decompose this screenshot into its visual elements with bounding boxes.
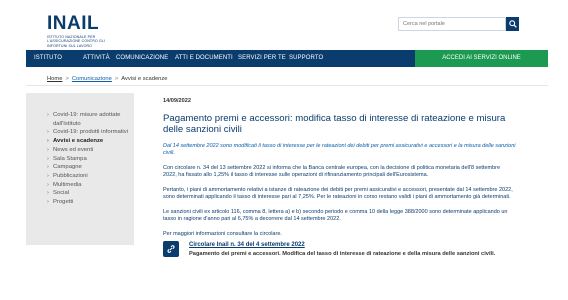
logo-word: INAIL — [47, 13, 100, 34]
sidebar-item-label: Social — [53, 190, 70, 197]
breadcrumb-home[interactable]: Home — [47, 76, 62, 82]
main-nav: ISTITUTO ATTIVITÀ COMUNICAZIONE ATTI E D… — [26, 50, 548, 67]
sidebar-item-label: dall'Istituto — [53, 120, 81, 127]
sidebar-item-news[interactable]: › News ed eventi — [26, 146, 134, 155]
breadcrumb-divider — [26, 85, 548, 86]
sidebar-item-covid-misure-cont[interactable]: dall'Istituto — [26, 120, 134, 129]
sidebar-item-pubblicazioni[interactable]: › Pubblicazioni — [26, 172, 134, 181]
online-services-button[interactable]: ACCEDI AI SERVIZI ONLINE — [415, 50, 548, 67]
sidebar-item-avvisi[interactable]: › Avvisi e scadenze — [26, 137, 134, 146]
sidebar-item-progetti[interactable]: › Progetti — [26, 198, 134, 207]
sidebar-item-label: Sala Stampa — [53, 155, 87, 162]
breadcrumb-separator: > — [65, 76, 69, 82]
breadcrumb: Home > Comunicazione > Avvisi e scadenze — [47, 76, 168, 82]
article-paragraph: Le sanzioni civili ex articolo 116, comm… — [163, 209, 508, 222]
inail-logo[interactable]: INAIL ISTITUTO NAZIONALE PER L'ASSICURAZ… — [47, 14, 117, 48]
article-date: 14/09/2022 — [163, 98, 191, 104]
nav-item-comunicazione[interactable]: COMUNICAZIONE — [116, 50, 168, 67]
sidebar-item-label: Campagne — [53, 164, 82, 171]
search-icon — [508, 20, 517, 28]
article: 14/09/2022 Pagamento premi e accessori: … — [163, 98, 523, 238]
sidebar-item-label: Pubblicazioni — [53, 172, 88, 179]
sidebar-item-label: Avvisi e scadenze — [53, 138, 104, 145]
link-icon — [163, 241, 179, 257]
circolare-link[interactable]: Circolare Inail n. 34 del 4 settembre 20… — [189, 242, 305, 248]
article-paragraph: Pertanto, i piani di ammortamento relati… — [163, 187, 513, 200]
breadcrumb-separator: > — [114, 76, 119, 82]
breadcrumb-comunicazione[interactable]: Comunicazione — [72, 76, 112, 82]
article-paragraph: Per maggiori informazioni consultare la … — [163, 231, 282, 237]
sidebar: › Covid-19: misure adottate dall'Istitut… — [26, 93, 134, 245]
nav-item-servizi[interactable]: SERVIZI PER TE — [238, 50, 286, 67]
nav-item-istituto[interactable]: ISTITUTO — [34, 50, 62, 67]
sidebar-item-label: Covid-19: prodotti informativi — [53, 129, 128, 136]
logo-subtitle: ISTITUTO NAZIONALE PER L'ASSICURAZIONE C… — [47, 35, 105, 48]
nav-item-atti-documenti[interactable]: ATTI E DOCUMENTI — [175, 50, 233, 67]
nav-item-supporto[interactable]: SUPPORTO — [289, 50, 323, 67]
sidebar-item-label: Progetti — [53, 199, 74, 206]
search-bar — [398, 17, 519, 31]
article-title: Pagamento premi e accessori: modifica ta… — [163, 113, 506, 135]
article-lead: Dal 14 settembre 2022 sono modificati il… — [163, 143, 516, 156]
sidebar-item-label: Covid-19: misure adottate — [53, 112, 121, 118]
circolare-description: Pagamento dei premi e accessori. Modific… — [189, 251, 496, 257]
nav-item-attivita[interactable]: ATTIVITÀ — [83, 50, 110, 67]
sidebar-item-label: Multimedia — [53, 181, 82, 188]
sidebar-item-covid-misure[interactable]: › Covid-19: misure adottate — [26, 111, 134, 120]
sidebar-item-covid-prodotti[interactable]: › Covid-19: prodotti informativi — [26, 128, 134, 137]
search-button[interactable] — [506, 17, 519, 31]
sidebar-item-campagne[interactable]: › Campagne — [26, 163, 134, 172]
sidebar-item-label: News ed eventi — [53, 146, 94, 153]
sidebar-item-multimedia[interactable]: › Multimedia — [26, 181, 134, 190]
sidebar-item-social[interactable]: › Social — [26, 189, 134, 198]
article-paragraph: Con circolare n. 34 del 13 settembre 202… — [163, 165, 501, 178]
search-input[interactable] — [398, 17, 506, 31]
breadcrumb-current: Avvisi e scadenze — [121, 76, 168, 82]
sidebar-item-sala-stampa[interactable]: › Sala Stampa — [26, 155, 134, 164]
